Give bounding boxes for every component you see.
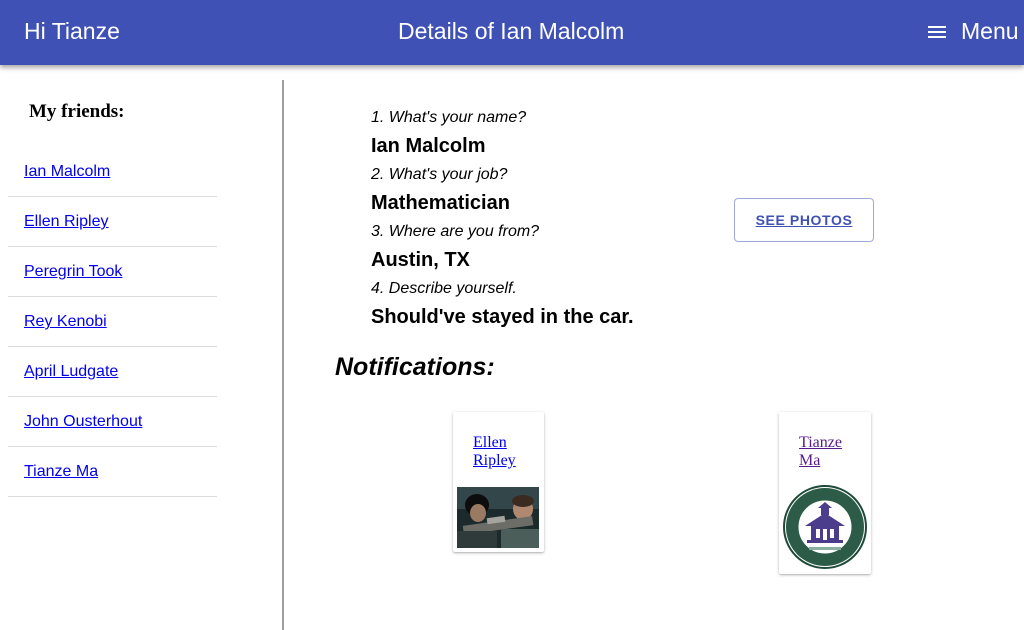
friends-sidebar: My friends: Ian Malcolm Ellen Ripley Per… [0, 80, 284, 630]
answer-job: Mathematician [371, 192, 510, 214]
question-origin: 3. Where are you from? [371, 223, 540, 240]
friend-link-ellen-ripley[interactable]: Ellen Ripley [24, 213, 108, 230]
answer-origin: Austin, TX [371, 249, 470, 271]
university-seal-logo [783, 485, 867, 569]
list-item: Ellen Ripley [8, 197, 217, 247]
list-item: Rey Kenobi [8, 297, 217, 347]
hamburger-menu-icon [928, 25, 946, 39]
friend-link-john-ousterhout[interactable]: John Ousterhout [24, 413, 142, 430]
notification-card-tianze-ma: Tianze Ma [779, 412, 871, 574]
friend-link-peregrin-took[interactable]: Peregrin Took [24, 263, 122, 280]
notification-link-tianze-ma[interactable]: Tianze Ma [799, 434, 842, 470]
see-photos-button[interactable]: SEE PHOTOS [734, 198, 874, 242]
friends-heading: My friends: [29, 101, 125, 122]
friend-link-rey-kenobi[interactable]: Rey Kenobi [24, 313, 107, 330]
friend-link-tianze-ma[interactable]: Tianze Ma [24, 463, 98, 480]
notification-card-ellen-ripley: Ellen Ripley [453, 412, 544, 552]
notifications-heading: Notifications: [335, 353, 495, 381]
movie-still-photo [457, 487, 539, 548]
question-job: 2. What's your job? [371, 166, 508, 183]
app-bar: Hi Tianze Details of Ian Malcolm Menu [0, 0, 1024, 65]
question-name: 1. What's your name? [371, 109, 527, 126]
friend-list: Ian Malcolm Ellen Ripley Peregrin Took R… [8, 147, 217, 497]
page-title: Details of Ian Malcolm [398, 18, 625, 44]
greeting: Hi Tianze [24, 18, 120, 44]
notification-link-ellen-ripley[interactable]: Ellen Ripley [473, 434, 516, 470]
answer-describe: Should've stayed in the car. [371, 306, 634, 328]
list-item: Tianze Ma [8, 447, 217, 497]
menu-button[interactable]: Menu [928, 18, 1019, 45]
friend-link-april-ludgate[interactable]: April Ludgate [24, 363, 118, 380]
list-item: April Ludgate [8, 347, 217, 397]
question-describe: 4. Describe yourself. [371, 280, 517, 297]
list-item: John Ousterhout [8, 397, 217, 447]
list-item: Ian Malcolm [8, 147, 217, 197]
answer-name: Ian Malcolm [371, 135, 486, 157]
friend-details: 1. What's your name? Ian Malcolm 2. What… [371, 107, 711, 335]
list-item: Peregrin Took [8, 247, 217, 297]
friend-link-ian-malcolm[interactable]: Ian Malcolm [24, 163, 110, 180]
menu-label: Menu [961, 18, 1019, 44]
